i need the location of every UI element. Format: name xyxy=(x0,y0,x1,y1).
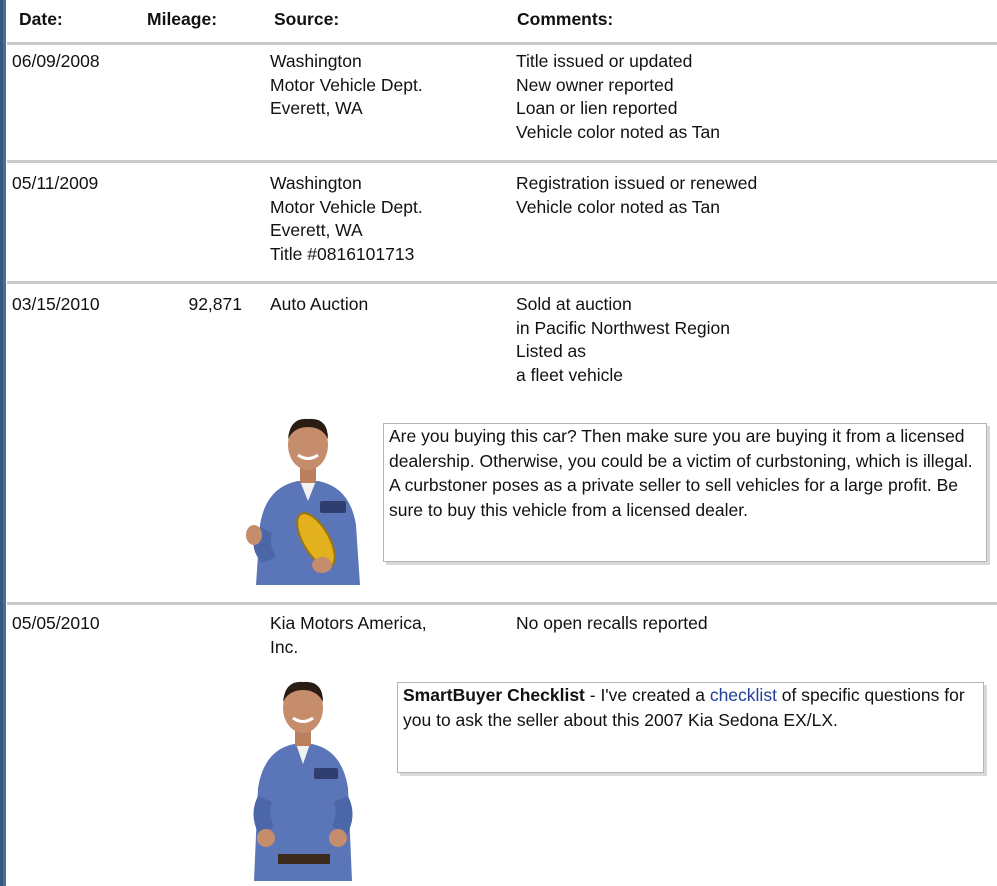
record-source: Auto Auction xyxy=(270,293,368,317)
smartbuyer-checklist-callout: SmartBuyer Checklist - I've created a ch… xyxy=(397,682,984,773)
comment-line: in Pacific Northwest Region xyxy=(516,317,730,338)
comment-line: Listed as xyxy=(516,341,587,361)
record-comments: Title issued or updated New owner report… xyxy=(516,50,720,144)
curbstoning-callout: Are you buying this car? Then make sure … xyxy=(383,423,987,562)
row-divider xyxy=(7,602,997,605)
row-divider xyxy=(7,42,997,45)
comment-line: Sold at auction xyxy=(516,294,632,314)
source-line: Motor Vehicle Dept. xyxy=(270,196,423,217)
curbstoning-callout-text: Are you buying this car? Then make sure … xyxy=(389,426,973,520)
checklist-title: SmartBuyer Checklist xyxy=(403,685,585,705)
comment-line: a fleet vehicle xyxy=(516,364,624,385)
source-line: Washington xyxy=(270,173,362,193)
checklist-text-before-link: - I've created a xyxy=(584,685,710,705)
source-line: Washington xyxy=(270,51,362,71)
record-comments: Registration issued or renewed Vehicle c… xyxy=(516,172,757,219)
header-source: Source: xyxy=(274,9,340,29)
record-source: Kia Motors America, Inc. xyxy=(270,612,427,659)
source-line: Everett, WA xyxy=(270,220,363,240)
record-date: 03/15/2010 xyxy=(12,294,100,314)
comment-line: Vehicle color noted as Tan xyxy=(516,196,720,217)
header-date: Date: xyxy=(19,9,63,29)
comment-line: Title issued or updated xyxy=(516,51,693,71)
header-mileage: Mileage: xyxy=(147,9,218,29)
comment-line: Loan or lien reported xyxy=(516,98,678,118)
record-source: Washington Motor Vehicle Dept. Everett, … xyxy=(270,50,423,121)
record-date: 06/09/2008 xyxy=(12,51,100,71)
record-comments: Sold at auction in Pacific Northwest Reg… xyxy=(516,293,730,387)
record-date: 05/05/2010 xyxy=(12,613,100,633)
left-border-shade xyxy=(0,0,3,886)
comment-line: Vehicle color noted as Tan xyxy=(516,121,720,142)
source-line: Title #0816101713 xyxy=(270,243,415,264)
comment-line: New owner reported xyxy=(516,74,674,95)
source-line: Kia Motors America, xyxy=(270,613,427,633)
source-line: Motor Vehicle Dept. xyxy=(270,74,423,95)
table-header: Date: Mileage: Source: Comments: xyxy=(7,0,997,42)
source-line: Everett, WA xyxy=(270,98,363,118)
source-line: Inc. xyxy=(270,636,299,657)
comment-line: Registration issued or renewed xyxy=(516,173,758,193)
comment-line: No open recalls reported xyxy=(516,613,708,633)
row-divider xyxy=(7,281,997,284)
row-divider xyxy=(7,160,997,163)
record-mileage: 92,871 xyxy=(188,294,242,314)
checklist-link[interactable]: checklist xyxy=(710,685,777,705)
record-date: 05/11/2009 xyxy=(12,173,99,193)
record-source: Washington Motor Vehicle Dept. Everett, … xyxy=(270,172,423,266)
record-comments: No open recalls reported xyxy=(516,612,708,636)
advisor-avatar xyxy=(246,418,360,585)
header-comments: Comments: xyxy=(517,9,614,29)
advisor-avatar xyxy=(253,681,353,881)
source-line: Auto Auction xyxy=(270,294,369,314)
